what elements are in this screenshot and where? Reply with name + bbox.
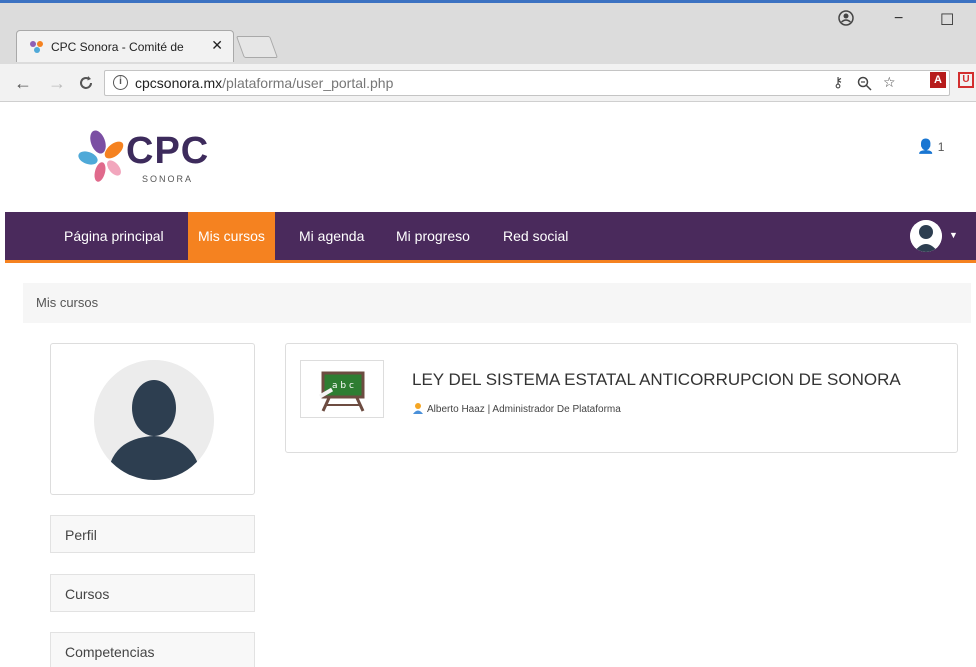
connected-users[interactable]: 👤 1 <box>917 138 944 155</box>
window-top-stripe <box>0 0 976 3</box>
address-bar[interactable]: i cpcsonora.mx/plataforma/user_portal.ph… <box>104 70 950 96</box>
tab-close-icon[interactable]: ✕ <box>211 37 223 54</box>
chalkboard-icon: a b c <box>318 371 365 412</box>
sidebar-item-courses[interactable]: Cursos <box>50 574 255 612</box>
nav-item-agenda[interactable]: Mi agenda <box>289 212 374 260</box>
cpc-flower-icon <box>78 130 124 182</box>
forward-arrow-icon[interactable]: → <box>48 73 66 94</box>
zoom-icon[interactable] <box>857 76 872 91</box>
minimize-button[interactable]: − <box>894 10 903 28</box>
profile-icon[interactable] <box>838 10 854 26</box>
nav-item-my-courses[interactable]: Mis cursos <box>188 212 275 260</box>
profile-card <box>50 343 255 495</box>
course-title[interactable]: LEY DEL SISTEMA ESTATAL ANTICORRUPCION D… <box>412 370 901 390</box>
chevron-down-icon[interactable]: ▼ <box>949 230 958 240</box>
pdf-extension-icon[interactable]: A <box>930 72 946 88</box>
default-user-avatar-icon <box>94 360 214 480</box>
browser-tab[interactable]: CPC Sonora - Comité de ✕ <box>16 30 234 62</box>
user-icon: 👤 <box>917 138 935 154</box>
course-teacher: Alberto Haaz | Administrador De Platafor… <box>412 402 621 415</box>
nav-item-progress[interactable]: Mi progreso <box>386 212 480 260</box>
tab-title: CPC Sonora - Comité de <box>51 40 184 54</box>
avatar-icon <box>910 220 942 252</box>
cpc-logo[interactable]: CPC SONORA <box>78 128 218 190</box>
profile-avatar[interactable] <box>94 360 214 480</box>
reload-icon[interactable] <box>78 75 94 91</box>
main-navbar: Página principal Mis cursos Mi agenda Mi… <box>5 212 976 263</box>
star-icon[interactable]: ☆ <box>883 74 896 91</box>
course-thumbnail[interactable]: a b c <box>300 360 384 418</box>
breadcrumb: Mis cursos <box>23 283 971 323</box>
logo-subtitle: SONORA <box>142 174 194 184</box>
course-card: a b c LEY DEL SISTEMA ESTATAL ANTICORRUP… <box>285 343 958 453</box>
sidebar-item-competencies[interactable]: Competencias <box>50 632 255 667</box>
user-avatar-menu[interactable] <box>910 220 942 252</box>
cpc-favicon-icon <box>30 41 43 53</box>
chalkboard-text: a b c <box>332 381 354 391</box>
nav-item-social-network[interactable]: Red social <box>493 212 578 260</box>
browser-tab-strip: CPC Sonora - Comité de ✕ − ☐ <box>0 0 976 64</box>
browser-toolbar: ← → i cpcsonora.mx/plataforma/user_porta… <box>0 64 976 102</box>
info-icon[interactable]: i <box>113 75 128 90</box>
sidebar-item-profile[interactable]: Perfil <box>50 515 255 553</box>
extension-icon[interactable]: U <box>958 72 974 88</box>
teacher-name: Alberto Haaz | Administrador De Platafor… <box>427 404 621 415</box>
teacher-icon <box>413 403 423 414</box>
maximize-button[interactable]: ☐ <box>940 10 954 30</box>
nav-item-home[interactable]: Página principal <box>54 212 174 260</box>
back-arrow-icon[interactable]: ← <box>14 73 32 94</box>
key-icon[interactable]: ⚷ <box>833 74 843 91</box>
user-count-number: 1 <box>937 140 945 154</box>
logo-text: CPC <box>126 130 210 172</box>
new-tab-button[interactable] <box>235 36 279 58</box>
url-text: cpcsonora.mx/plataforma/user_portal.php <box>135 75 394 91</box>
